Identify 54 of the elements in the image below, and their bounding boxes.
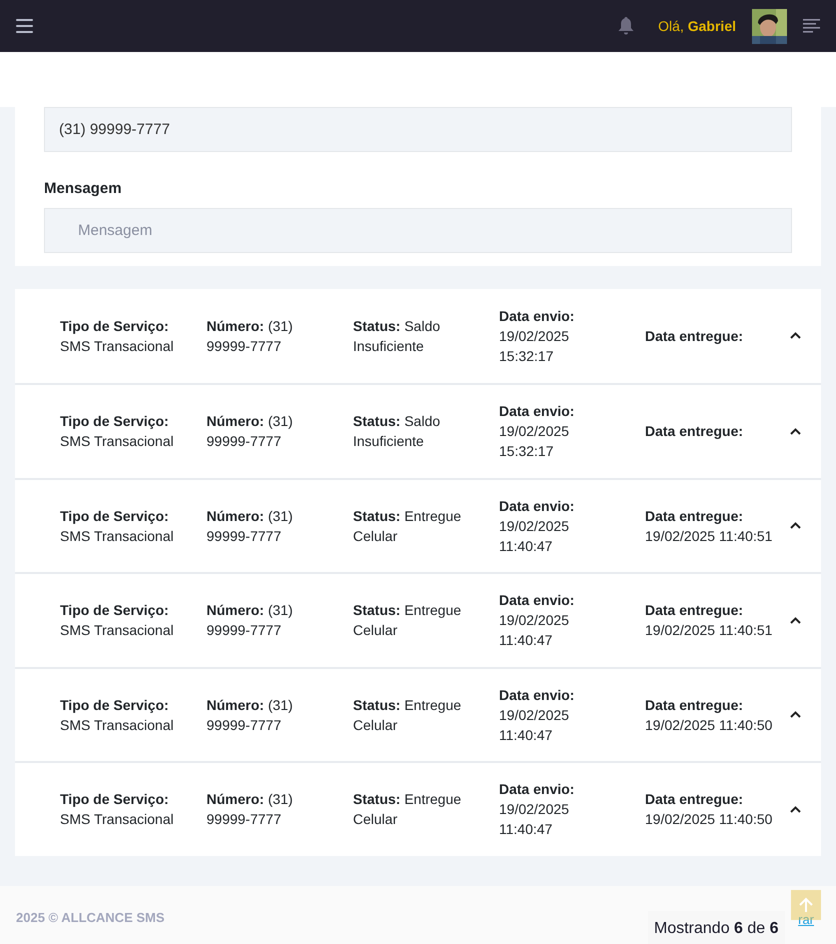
- toggle-button[interactable]: [790, 616, 801, 624]
- field-text: Número: (31) 99999-7777: [206, 316, 294, 356]
- field-text: Número: (31) 99999-7777: [206, 412, 294, 452]
- field-text: Status: Saldo Insuficiente: [353, 412, 442, 452]
- menu-icon: [16, 19, 33, 33]
- phone-field[interactable]: (31) 99999-7777: [44, 107, 792, 152]
- field-text: Data entregue: 19/02/2025 11:40:50: [645, 790, 774, 830]
- field-text: Tipo de Serviço: SMS Transacional: [60, 506, 175, 546]
- field-text: Data envio: 19/02/2025 11:40:47: [499, 780, 576, 840]
- field-text: Tipo de Serviço: SMS Transacional: [60, 696, 175, 735]
- bell-icon: [618, 17, 634, 35]
- toggle-button[interactable]: [790, 711, 801, 718]
- user-greeting: Olá, Gabriel: [658, 16, 736, 36]
- field-text: Data entregue: 19/02/2025 11:40:50: [645, 696, 774, 735]
- field-text: Data envio: 19/02/2025 15:32:17: [499, 306, 576, 366]
- field-text: Número: (31) 99999-7777: [206, 601, 294, 640]
- chevron-up-icon: [790, 522, 801, 530]
- field-text: Número: (31) 99999-7777: [206, 696, 294, 735]
- toggle-button[interactable]: [790, 332, 801, 340]
- chevron-up-icon: [790, 806, 801, 813]
- field-text: Data entregue:: [645, 326, 744, 346]
- field-text: Tipo de Serviço: SMS Transacional: [60, 601, 175, 640]
- field-text: Número: (31) 99999-7777: [206, 506, 294, 546]
- field-text: Tipo de Serviço: SMS Transacional: [60, 412, 175, 452]
- field-label: Mensagem: [44, 179, 123, 199]
- field-text: Status: Entregue Celular: [353, 790, 462, 830]
- field-text: Número: (31) 99999-7777: [206, 790, 294, 830]
- field-text: Data envio: 19/02/2025 11:40:47: [499, 496, 576, 556]
- field-text: Data entregue: 19/02/2025 11:40:51: [645, 601, 774, 640]
- menu-button[interactable]: [16, 19, 33, 33]
- field-text: Tipo de Serviço: SMS Transacional: [60, 790, 175, 830]
- field-text: Data entregue: 19/02/2025 11:40:51: [645, 506, 774, 546]
- field-text: Data entregue:: [645, 422, 744, 442]
- field-text: Status: Entregue Celular: [353, 696, 462, 735]
- field-text: Tipo de Serviço: SMS Transacional: [60, 316, 175, 356]
- field-text: Data envio: 19/02/2025 15:32:17: [499, 402, 576, 462]
- field-text: Status: Saldo Insuficiente: [353, 316, 442, 356]
- chevron-up-icon: [790, 711, 801, 718]
- message-field[interactable]: Mensagem: [44, 208, 792, 252]
- chevron-up-icon: [790, 616, 801, 624]
- toggle-button[interactable]: [790, 522, 801, 530]
- align-right-icon: [803, 19, 820, 33]
- chevron-up-icon: [790, 332, 801, 340]
- arrow-up-icon: [798, 896, 814, 912]
- field-text: Data envio: 19/02/2025 11:40:47: [499, 591, 576, 650]
- toggle-button[interactable]: [790, 428, 801, 435]
- toggle-button[interactable]: [790, 806, 801, 813]
- copyright-text: 2025 © ALLCANCE SMS: [16, 908, 165, 927]
- notifications-button[interactable]: [618, 17, 634, 35]
- field-text: Status: Entregue Celular: [353, 601, 462, 640]
- field-text: Status: Entregue Celular: [353, 506, 462, 546]
- chevron-up-icon: [790, 428, 801, 435]
- field-text: Data envio: 19/02/2025 11:40:47: [499, 686, 576, 745]
- sidebar-toggle-button[interactable]: [803, 19, 820, 33]
